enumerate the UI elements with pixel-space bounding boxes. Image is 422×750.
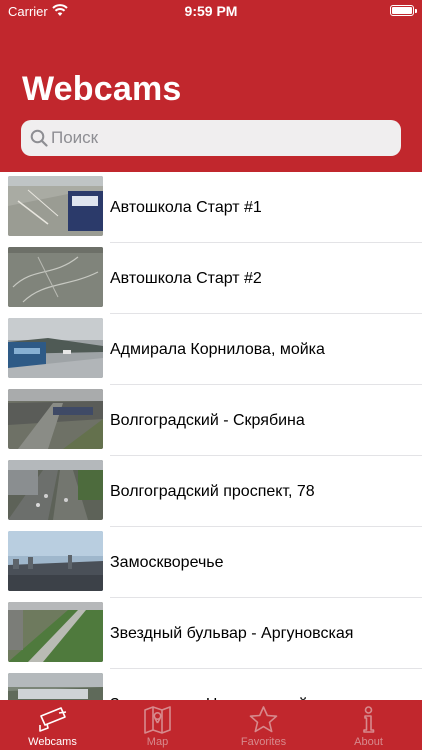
map-icon: [144, 706, 171, 734]
search-input[interactable]: [51, 120, 391, 156]
webcam-row[interactable]: Зеленоград, Центральный: [0, 669, 422, 700]
webcam-row[interactable]: Адмирала Корнилова, мойка: [0, 314, 422, 385]
search-icon: [30, 129, 48, 147]
star-icon: [249, 706, 278, 733]
webcam-thumbnail: [8, 460, 103, 520]
tab-webcams[interactable]: Webcams: [0, 700, 105, 750]
navigation-header: Carrier 9:59 PM Webcams: [0, 0, 422, 172]
webcam-list[interactable]: Автошкола Старт #1 Автошкола Старт #2 Ад…: [0, 172, 422, 700]
webcam-name: Автошкола Старт #1: [110, 198, 262, 216]
webcam-thumbnail: [8, 673, 103, 700]
status-bar: Carrier 9:59 PM: [0, 0, 422, 24]
webcam-row[interactable]: Волгоградский проспект, 78: [0, 456, 422, 527]
tab-label: Favorites: [240, 736, 287, 748]
tab-label: Webcams: [28, 736, 77, 748]
page-title: Webcams: [22, 70, 182, 108]
tab-favorites[interactable]: Favorites: [211, 700, 316, 750]
tab-label: About: [354, 736, 383, 748]
webcam-thumbnail: [8, 389, 103, 449]
webcam-thumbnail: [8, 602, 103, 662]
webcam-name: Замоскворечье: [110, 553, 224, 571]
tab-bar: Webcams Map Favorites About: [0, 700, 422, 750]
webcam-row[interactable]: Автошкола Старт #1: [0, 172, 422, 243]
webcam-row[interactable]: Звездный бульвар - Аргуновская: [0, 598, 422, 669]
webcam-name: Волгоградский - Скрябина: [110, 411, 305, 429]
tab-map[interactable]: Map: [105, 700, 210, 750]
webcam-name: Волгоградский проспект, 78: [110, 482, 315, 500]
webcam-name: Зеленоград, Центральный: [110, 669, 410, 701]
info-icon: [363, 706, 375, 733]
webcam-row[interactable]: Замоскворечье: [0, 527, 422, 598]
clock: 9:59 PM: [184, 3, 238, 19]
tab-label: Map: [146, 736, 169, 748]
webcam-thumbnail: [8, 247, 103, 307]
webcam-name: Автошкола Старт #2: [110, 269, 262, 287]
webcam-name: Звездный бульвар - Аргуновская: [110, 624, 354, 642]
camera-icon: [39, 707, 67, 732]
webcam-row[interactable]: Волгоградский - Скрябина: [0, 385, 422, 456]
webcam-row[interactable]: Автошкола Старт #2: [0, 243, 422, 314]
battery-icon: [390, 5, 417, 16]
tab-about[interactable]: About: [316, 700, 421, 750]
webcam-thumbnail: [8, 176, 103, 236]
webcam-thumbnail: [8, 318, 103, 378]
search-bar[interactable]: [21, 120, 401, 156]
webcam-name: Адмирала Корнилова, мойка: [110, 340, 325, 358]
webcam-thumbnail: [8, 531, 103, 591]
